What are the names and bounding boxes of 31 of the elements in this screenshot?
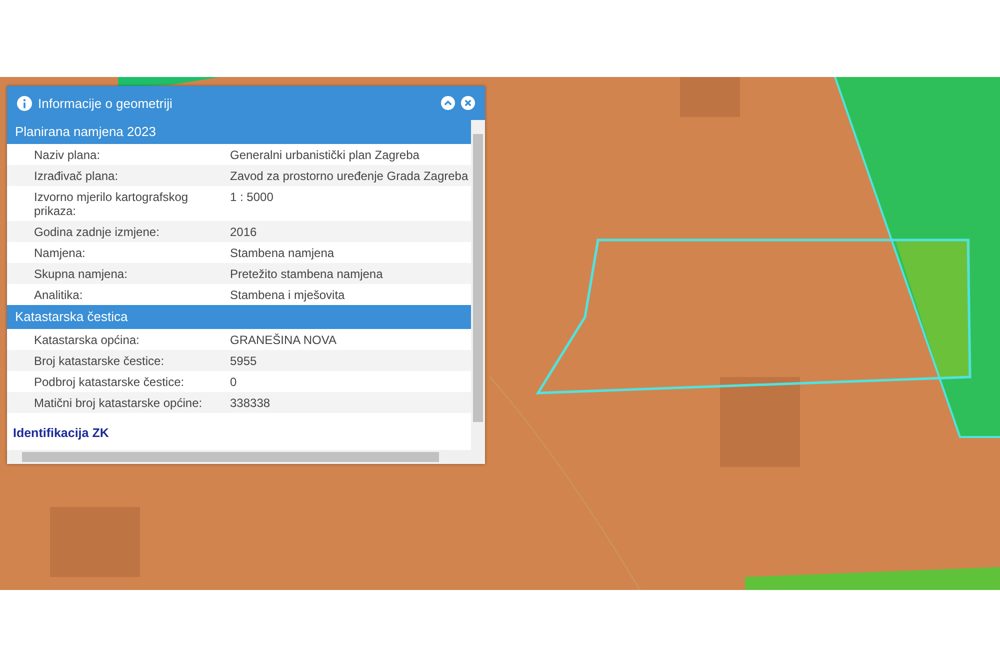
field-value: Stambena i mješovita: [230, 288, 346, 302]
field-value: 5955: [230, 354, 258, 368]
field-label: Podbroj katastarske čestice:: [34, 375, 186, 389]
field-label: Izvorno mjerilo kartografskog prikaza:: [34, 190, 190, 218]
section-header[interactable]: Katastarska čestica: [7, 305, 471, 329]
field-label: Namjena:: [34, 246, 86, 260]
horizontal-scrollbar[interactable]: [7, 450, 485, 464]
field-label: Izrađivač plana:: [34, 169, 120, 183]
field-label: Matični broj katastarske općine:: [34, 396, 204, 410]
field-value: Stambena namjena: [230, 246, 336, 260]
field-label: Godina zadnje izmjene:: [34, 225, 160, 239]
section-link[interactable]: Identifikacija ZK: [7, 413, 471, 444]
field-label: Analitika:: [34, 288, 84, 302]
collapse-icon[interactable]: [441, 96, 455, 110]
field-value: 2016: [230, 225, 258, 239]
close-icon[interactable]: [461, 96, 475, 110]
field-label: Broj katastarske čestice:: [34, 354, 166, 368]
field-value: Pretežito stambena namjena: [230, 267, 384, 281]
field-value: 1 : 5000: [230, 190, 274, 206]
section-header[interactable]: Planirana namjena 2023: [7, 120, 471, 144]
field-label: Skupna namjena:: [34, 267, 128, 281]
field-label: Katastarska općina:: [34, 333, 140, 347]
field-label: Naziv plana:: [34, 148, 102, 162]
vertical-scrollbar[interactable]: [471, 120, 485, 450]
field-value: Zavod za prostorno uređenje Grada Zagreba: [230, 169, 470, 183]
panel-title: Informacije o geometriji: [38, 96, 174, 110]
info-icon: [17, 96, 32, 110]
field-value: 338338: [230, 396, 272, 410]
field-value: 0: [230, 375, 238, 389]
field-value: GRANEŠINA NOVA: [230, 333, 338, 347]
field-value: Generalni urbanistički plan Zagreba: [230, 148, 420, 162]
